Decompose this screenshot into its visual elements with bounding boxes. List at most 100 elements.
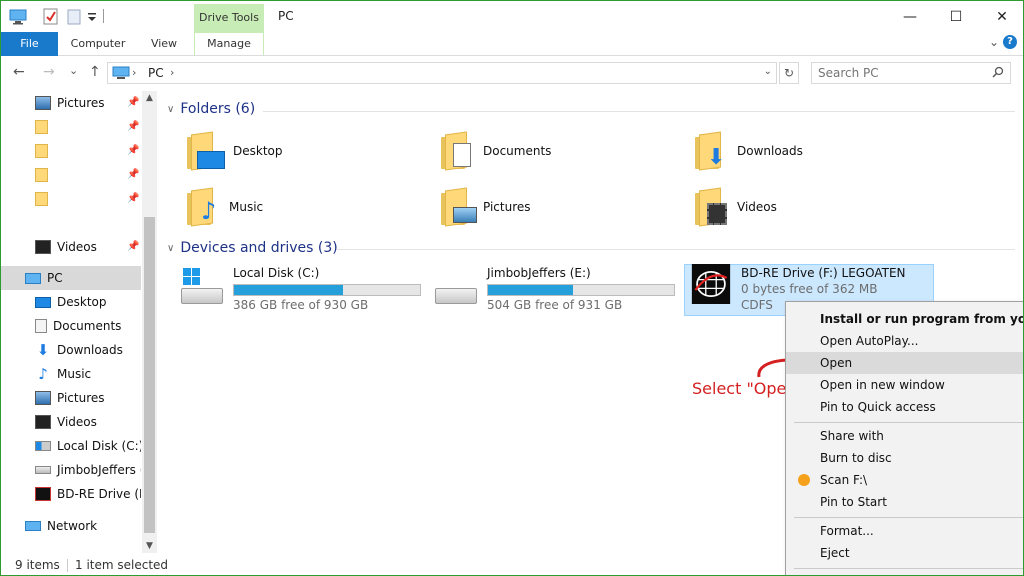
status-divider xyxy=(67,559,68,572)
close-button[interactable]: ✕ xyxy=(979,1,1023,32)
collapse-icon[interactable]: ∨ xyxy=(167,243,174,254)
menu-item-install-run[interactable]: Install or run program from your media xyxy=(786,308,1023,330)
drive-tools-header: Drive Tools xyxy=(194,4,264,32)
folders-group-header[interactable]: ∨ Folders (6) xyxy=(167,101,255,117)
title-bar: Drive Tools PC — ☐ ✕ xyxy=(1,1,1023,32)
folder-videos[interactable]: Videos xyxy=(695,181,777,233)
nav-item-folder[interactable]: 📌 xyxy=(1,115,141,139)
nav-item-local-disk[interactable]: Local Disk (C:) xyxy=(1,434,141,458)
network-icon xyxy=(25,521,41,531)
search-box[interactable] xyxy=(811,62,1011,84)
minimize-icon: — xyxy=(903,8,917,25)
drive-free-space: 0 bytes free of 362 MB xyxy=(741,282,878,296)
nav-item-documents[interactable]: Documents xyxy=(1,314,141,338)
customize-toolbar-icon[interactable] xyxy=(87,8,97,26)
nav-item-bd-re-drive[interactable]: BD-RE Drive (F:) xyxy=(1,482,141,506)
pin-icon[interactable]: 📌 xyxy=(127,121,139,132)
menu-item-burn-to-disc[interactable]: Burn to disc xyxy=(786,447,1023,469)
maximize-button[interactable]: ☐ xyxy=(933,1,979,32)
nav-item-jimbobjeffers[interactable]: JimbobJeffers (E:) xyxy=(1,458,141,482)
menu-item-open[interactable]: Open xyxy=(786,352,1023,374)
group-divider xyxy=(263,111,1015,112)
address-row: ← → ⌄ ↑ › PC › ⌄ ↻ xyxy=(1,58,1023,88)
drive-jimbobjeffers-e[interactable]: JimbobJeffers (E:) 504 GB free of 931 GB xyxy=(435,266,675,312)
properties-icon[interactable] xyxy=(43,8,59,26)
tab-manage[interactable]: Manage xyxy=(194,32,264,56)
drive-usage-bar xyxy=(233,284,421,296)
music-folder-icon: ♪ xyxy=(187,187,216,227)
drive-free-space: 504 GB free of 931 GB xyxy=(487,298,623,312)
minimize-button[interactable]: — xyxy=(887,1,933,32)
folder-downloads[interactable]: ⬇ Downloads xyxy=(695,125,803,177)
drive-icon xyxy=(35,466,51,474)
drive-name: JimbobJeffers (E:) xyxy=(487,266,591,280)
tab-computer[interactable]: Computer xyxy=(63,32,133,56)
menu-item-pin-quick-access[interactable]: Pin to Quick access xyxy=(786,396,1023,418)
status-item-count: 9 items xyxy=(15,558,60,572)
forward-icon[interactable]: → xyxy=(43,64,55,80)
address-chevron-icon[interactable]: › xyxy=(132,66,136,79)
folder-music[interactable]: ♪ Music xyxy=(187,181,263,233)
address-path[interactable]: PC xyxy=(148,66,164,80)
search-input[interactable] xyxy=(812,63,982,83)
nav-item-pictures[interactable]: Pictures xyxy=(1,386,141,410)
windows-drive-icon xyxy=(181,266,225,306)
downloads-icon: ⬇ xyxy=(36,341,50,359)
drive-usage-bar xyxy=(487,284,675,296)
nav-item-folder[interactable]: 📌 xyxy=(1,187,141,211)
nav-scrollbar[interactable]: ▲ ▼ xyxy=(142,91,157,553)
help-icon[interactable]: ? xyxy=(1003,35,1017,49)
menu-separator xyxy=(794,517,1023,518)
nav-item-pc[interactable]: PC xyxy=(1,266,141,290)
pin-icon[interactable]: 📌 xyxy=(127,241,139,252)
maximize-icon: ☐ xyxy=(949,8,963,25)
address-bar[interactable]: › PC › ⌄ xyxy=(107,62,777,84)
folder-desktop[interactable]: Desktop xyxy=(187,125,283,177)
nav-item-folder[interactable]: 📌 xyxy=(1,139,141,163)
pin-icon[interactable]: 📌 xyxy=(127,169,139,180)
menu-item-pin-to-start[interactable]: Pin to Start xyxy=(786,491,1023,513)
folder-documents[interactable]: Documents xyxy=(441,125,551,177)
pin-icon[interactable]: 📌 xyxy=(127,193,139,204)
nav-item-videos[interactable]: Videos xyxy=(1,410,141,434)
menu-item-open-new-window[interactable]: Open in new window xyxy=(786,374,1023,396)
scroll-up-icon[interactable]: ▲ xyxy=(142,93,157,103)
pc-icon xyxy=(25,272,41,284)
address-chevron-icon[interactable]: › xyxy=(170,66,174,79)
up-icon[interactable]: ↑ xyxy=(89,64,101,80)
back-icon[interactable]: ← xyxy=(13,64,25,80)
pin-icon[interactable]: 📌 xyxy=(127,145,139,156)
expand-ribbon-icon[interactable]: ⌄ xyxy=(989,35,999,49)
refresh-icon: ↻ xyxy=(783,66,795,80)
menu-item-scan[interactable]: Scan F:\ xyxy=(786,469,1023,491)
nav-item-downloads[interactable]: ⬇ Downloads xyxy=(1,338,141,362)
desktop-folder-icon xyxy=(187,131,225,171)
address-dropdown-icon[interactable]: ⌄ xyxy=(764,66,772,77)
toolbar-separator xyxy=(103,9,104,23)
nav-item-videos-pinned[interactable]: Videos 📌 xyxy=(1,235,141,259)
menu-item-share-with[interactable]: Share with xyxy=(786,425,1023,447)
tab-view[interactable]: View xyxy=(141,32,187,56)
devices-group-header[interactable]: ∨ Devices and drives (3) xyxy=(167,240,338,256)
scroll-thumb[interactable] xyxy=(144,217,155,533)
menu-item-open-autoplay[interactable]: Open AutoPlay... xyxy=(786,330,1023,352)
collapse-icon[interactable]: ∨ xyxy=(167,104,174,115)
explorer-window: Drive Tools PC — ☐ ✕ File Computer View … xyxy=(0,0,1024,576)
nav-item-folder[interactable]: 📌 xyxy=(1,163,141,187)
nav-item-desktop[interactable]: Desktop xyxy=(1,290,141,314)
refresh-button[interactable]: ↻ xyxy=(779,62,799,84)
scroll-down-icon[interactable]: ▼ xyxy=(142,541,157,551)
tab-file[interactable]: File xyxy=(1,32,58,56)
scan-icon xyxy=(798,474,810,486)
new-folder-icon[interactable] xyxy=(67,8,81,26)
drive-local-disk-c[interactable]: Local Disk (C:) 386 GB free of 930 GB xyxy=(181,266,421,312)
menu-item-format[interactable]: Format... xyxy=(786,520,1023,542)
recent-locations-icon[interactable]: ⌄ xyxy=(69,64,78,77)
nav-item-music[interactable]: ♪ Music xyxy=(1,362,141,386)
pc-icon xyxy=(9,9,27,25)
videos-folder-icon xyxy=(695,187,727,227)
pin-icon[interactable]: 📌 xyxy=(127,97,139,108)
folder-pictures[interactable]: Pictures xyxy=(441,181,531,233)
nav-item-network[interactable]: Network xyxy=(1,514,141,538)
nav-item-pictures-pinned[interactable]: Pictures 📌 xyxy=(1,91,141,115)
